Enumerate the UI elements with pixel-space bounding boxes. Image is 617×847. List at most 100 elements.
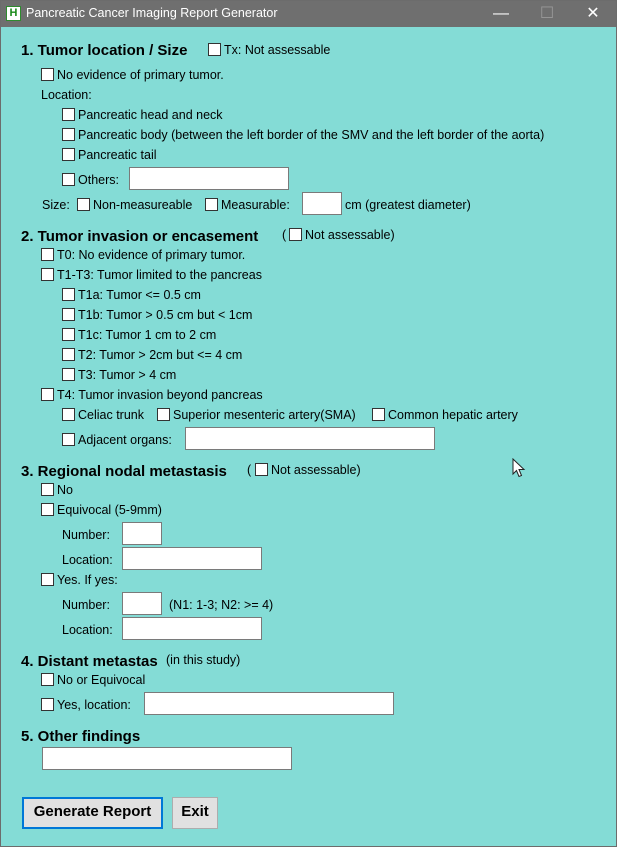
yes-location-input[interactable] — [122, 617, 262, 640]
location-label: Location: — [41, 88, 92, 102]
checkbox-box[interactable] — [62, 408, 75, 421]
checkbox-box[interactable] — [62, 128, 75, 141]
equivocal-checkbox[interactable]: Equivocal (5-9mm) — [41, 503, 162, 517]
cm-label: cm (greatest diameter) — [345, 198, 471, 212]
adjacent-organs-input[interactable] — [185, 427, 435, 450]
title-bar[interactable]: H Pancreatic Cancer Imaging Report Gener… — [1, 1, 616, 27]
t1c-checkbox[interactable]: T1c: Tumor 1 cm to 2 cm — [62, 328, 216, 342]
paren-open: ( — [247, 463, 252, 477]
t1b-checkbox[interactable]: T1b: Tumor > 0.5 cm but < 1cm — [62, 308, 252, 322]
section1-header: 1. Tumor location / Size — [21, 42, 188, 59]
checkbox-box[interactable] — [255, 463, 268, 476]
checkbox-box[interactable] — [289, 228, 302, 241]
distant-location-input[interactable] — [144, 692, 394, 715]
eq-number-label: Number: — [62, 528, 110, 542]
checkbox-box[interactable] — [62, 328, 75, 341]
generate-report-button[interactable]: Generate Report — [22, 797, 163, 829]
checkbox-box[interactable] — [62, 368, 75, 381]
t2-checkbox[interactable]: T2: Tumor > 2cm but <= 4 cm — [62, 348, 242, 362]
eq-location-label: Location: — [62, 553, 113, 567]
sma-label: Superior mesenteric artery(SMA) — [173, 408, 356, 422]
checkbox-box[interactable] — [62, 173, 75, 186]
cha-label: Common hepatic artery — [388, 408, 518, 422]
celiac-checkbox[interactable]: Celiac trunk — [62, 408, 144, 422]
checkbox-box[interactable] — [41, 483, 54, 496]
checkbox-box[interactable] — [41, 573, 54, 586]
checkbox-box[interactable] — [62, 288, 75, 301]
section5-header: 5. Other findings — [21, 728, 141, 745]
t1t3-label: T1-T3: Tumor limited to the pancreas — [57, 268, 262, 282]
checkbox-box[interactable] — [41, 698, 54, 711]
exit-button[interactable]: Exit — [172, 797, 218, 829]
body-label: Pancreatic body (between the left border… — [78, 128, 545, 142]
other-findings-input[interactable] — [42, 747, 292, 770]
checkbox-box[interactable] — [41, 673, 54, 686]
paren-open: ( — [282, 228, 287, 242]
celiac-label: Celiac trunk — [78, 408, 144, 422]
checkbox-box[interactable] — [62, 348, 75, 361]
t2-label: T2: Tumor > 2cm but <= 4 cm — [78, 348, 243, 362]
checkbox-box[interactable] — [77, 198, 90, 211]
mouse-cursor-icon — [512, 458, 526, 478]
section4-note: (in this study) — [166, 653, 241, 667]
t0-label: T0: No evidence of primary tumor. — [57, 248, 246, 262]
maximize-icon[interactable]: ☐ — [524, 1, 570, 27]
body-checkbox[interactable]: Pancreatic body (between the left border… — [62, 128, 544, 142]
others-input[interactable] — [129, 167, 289, 190]
no-evidence-label: No evidence of primary tumor. — [57, 68, 224, 82]
measurable-size-input[interactable] — [302, 192, 342, 215]
t1t3-checkbox[interactable]: T1-T3: Tumor limited to the pancreas — [41, 268, 262, 282]
others-checkbox[interactable]: Others: — [62, 173, 119, 187]
checkbox-box[interactable] — [62, 108, 75, 121]
checkbox-box[interactable] — [41, 503, 54, 516]
checkbox-box[interactable] — [372, 408, 385, 421]
checkbox-box[interactable] — [41, 388, 54, 401]
t3-label: T3: Tumor > 4 cm — [78, 368, 177, 382]
checkbox-box[interactable] — [62, 148, 75, 161]
t3-checkbox[interactable]: T3: Tumor > 4 cm — [62, 368, 176, 382]
app-window: H Pancreatic Cancer Imaging Report Gener… — [0, 0, 617, 847]
close-icon[interactable]: ✕ — [570, 1, 616, 27]
nodal-yes-checkbox[interactable]: Yes. If yes: — [41, 573, 118, 587]
eq-number-input[interactable] — [122, 522, 162, 545]
t1c-label: T1c: Tumor 1 cm to 2 cm — [78, 328, 217, 342]
measurable-checkbox[interactable]: Measurable: — [205, 198, 290, 212]
checkbox-box[interactable] — [41, 248, 54, 261]
app-icon: H — [6, 6, 21, 21]
yes-location-label: Location: — [62, 623, 113, 637]
t1b-label: T1b: Tumor > 0.5 cm but < 1cm — [78, 308, 253, 322]
s3-not-assessable-checkbox[interactable]: Not assessable) — [255, 463, 361, 477]
t4-checkbox[interactable]: T4: Tumor invasion beyond pancreas — [41, 388, 263, 402]
distant-no-label: No or Equivocal — [57, 673, 146, 687]
tx-not-assessable-checkbox[interactable]: Tx: Not assessable — [208, 43, 330, 57]
distant-no-checkbox[interactable]: No or Equivocal — [41, 673, 145, 687]
checkbox-box[interactable] — [62, 308, 75, 321]
checkbox-box[interactable] — [41, 68, 54, 81]
t1a-checkbox[interactable]: T1a: Tumor <= 0.5 cm — [62, 288, 201, 302]
nodal-no-checkbox[interactable]: No — [41, 483, 73, 497]
sma-checkbox[interactable]: Superior mesenteric artery(SMA) — [157, 408, 356, 422]
section4-header: 4. Distant metastas — [21, 653, 158, 670]
distant-yes-checkbox[interactable]: Yes, location: — [41, 698, 131, 712]
section2-header: 2. Tumor invasion or encasement — [21, 228, 259, 245]
t0-checkbox[interactable]: T0: No evidence of primary tumor. — [41, 248, 245, 262]
yes-number-label: Number: — [62, 598, 110, 612]
non-measureable-checkbox[interactable]: Non-measureable — [77, 198, 192, 212]
tail-checkbox[interactable]: Pancreatic tail — [62, 148, 157, 162]
s2-not-assessable-checkbox[interactable]: Not assessable) — [289, 228, 395, 242]
checkbox-box[interactable] — [208, 43, 221, 56]
measurable-label: Measurable: — [221, 198, 290, 212]
checkbox-box[interactable] — [62, 433, 75, 446]
adjacent-organs-checkbox[interactable]: Adjacent organs: — [62, 433, 172, 447]
size-label: Size: — [42, 198, 70, 212]
eq-location-input[interactable] — [122, 547, 262, 570]
head-neck-checkbox[interactable]: Pancreatic head and neck — [62, 108, 223, 122]
checkbox-box[interactable] — [157, 408, 170, 421]
yes-number-input[interactable] — [122, 592, 162, 615]
minimize-icon[interactable]: — — [478, 1, 524, 27]
nodal-yes-label: Yes. If yes: — [57, 573, 118, 587]
checkbox-box[interactable] — [41, 268, 54, 281]
no-evidence-checkbox[interactable]: No evidence of primary tumor. — [41, 68, 224, 82]
cha-checkbox[interactable]: Common hepatic artery — [372, 408, 518, 422]
checkbox-box[interactable] — [205, 198, 218, 211]
